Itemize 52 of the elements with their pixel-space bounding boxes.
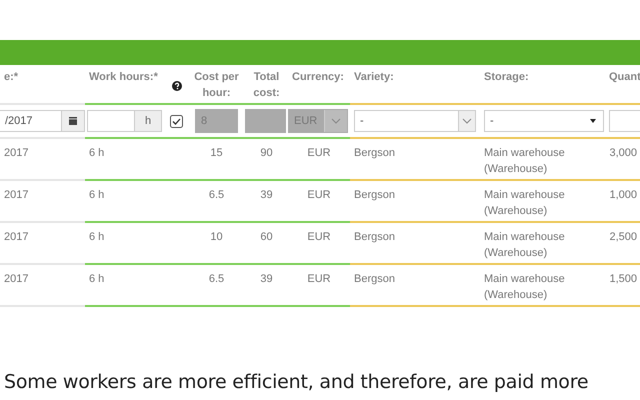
- table-cell-text: 60: [259, 230, 274, 245]
- table-cell-text: 2017: [3, 272, 30, 287]
- table-cell-text: 2017: [3, 146, 30, 161]
- storage-select[interactable]: -: [484, 110, 604, 132]
- table-cell-text: 6 h: [88, 230, 106, 245]
- table-cell-text: EUR: [306, 146, 332, 161]
- hours-field[interactable]: h: [87, 110, 162, 132]
- table-cell-text: 2,500: [608, 230, 638, 245]
- column-header: Work hours:*: [88, 70, 159, 85]
- table-cell-text: EUR: [306, 272, 332, 287]
- column-header: Variety:: [353, 70, 395, 85]
- column-header: e:*: [3, 70, 20, 85]
- table-cell-text: 90: [259, 146, 274, 161]
- column-header: Storage:: [483, 70, 530, 85]
- table-cell-text: Bergson: [353, 272, 396, 287]
- table-cell-text: 1,500: [608, 272, 638, 287]
- calendar-icon: [69, 117, 77, 125]
- table-cell-text: Bergson: [353, 188, 396, 203]
- table-cell-text: Main warehouse (Warehouse): [483, 146, 566, 177]
- table-cell-text: 6.5: [208, 272, 226, 287]
- table-cell-text: 15: [209, 146, 224, 161]
- chevron-icon: [462, 118, 472, 124]
- table-cell-text: Bergson: [353, 146, 396, 161]
- table-cell-text: 6 h: [88, 146, 106, 161]
- column-header: Total cost:: [252, 70, 281, 101]
- table-cell-text: Main warehouse (Warehouse): [483, 188, 566, 219]
- table-cell-text: 1,000: [608, 188, 638, 203]
- variety-select[interactable]: -: [354, 110, 476, 132]
- date-field[interactable]: /2017: [0, 110, 85, 132]
- table-cell-text: EUR: [306, 188, 332, 203]
- column-header: Cost per hour:: [193, 70, 240, 101]
- table-cell-text: 6 h: [88, 272, 106, 287]
- table-cell-text: 39: [259, 272, 274, 287]
- table-cell-text: 2017: [3, 188, 30, 203]
- table-cell-text: 3,000: [608, 146, 638, 161]
- table-cell-text: Main warehouse (Warehouse): [483, 272, 566, 303]
- checkbox[interactable]: [170, 114, 183, 128]
- caret-icon: [590, 119, 596, 123]
- quantity-field[interactable]: [609, 110, 640, 132]
- table-cell-text: Bergson: [353, 230, 396, 245]
- table-cell-text: 6 h: [88, 188, 106, 203]
- chevron-icon: [331, 118, 341, 124]
- column-header: Currency:: [291, 70, 345, 85]
- table-cell-text: 6.5: [208, 188, 226, 203]
- table-cell-text: Main warehouse (Warehouse): [483, 230, 566, 261]
- table-cell-text: 39: [259, 188, 274, 203]
- table-cell-text: 2017: [3, 230, 30, 245]
- help-icon[interactable]: [172, 81, 182, 91]
- table-cell-text: 10: [209, 230, 224, 245]
- total-cost-field: [245, 109, 286, 133]
- caption: Some workers are more efficient, and therefore, are paid more: [4, 371, 590, 393]
- table-cell-text: EUR: [306, 230, 332, 245]
